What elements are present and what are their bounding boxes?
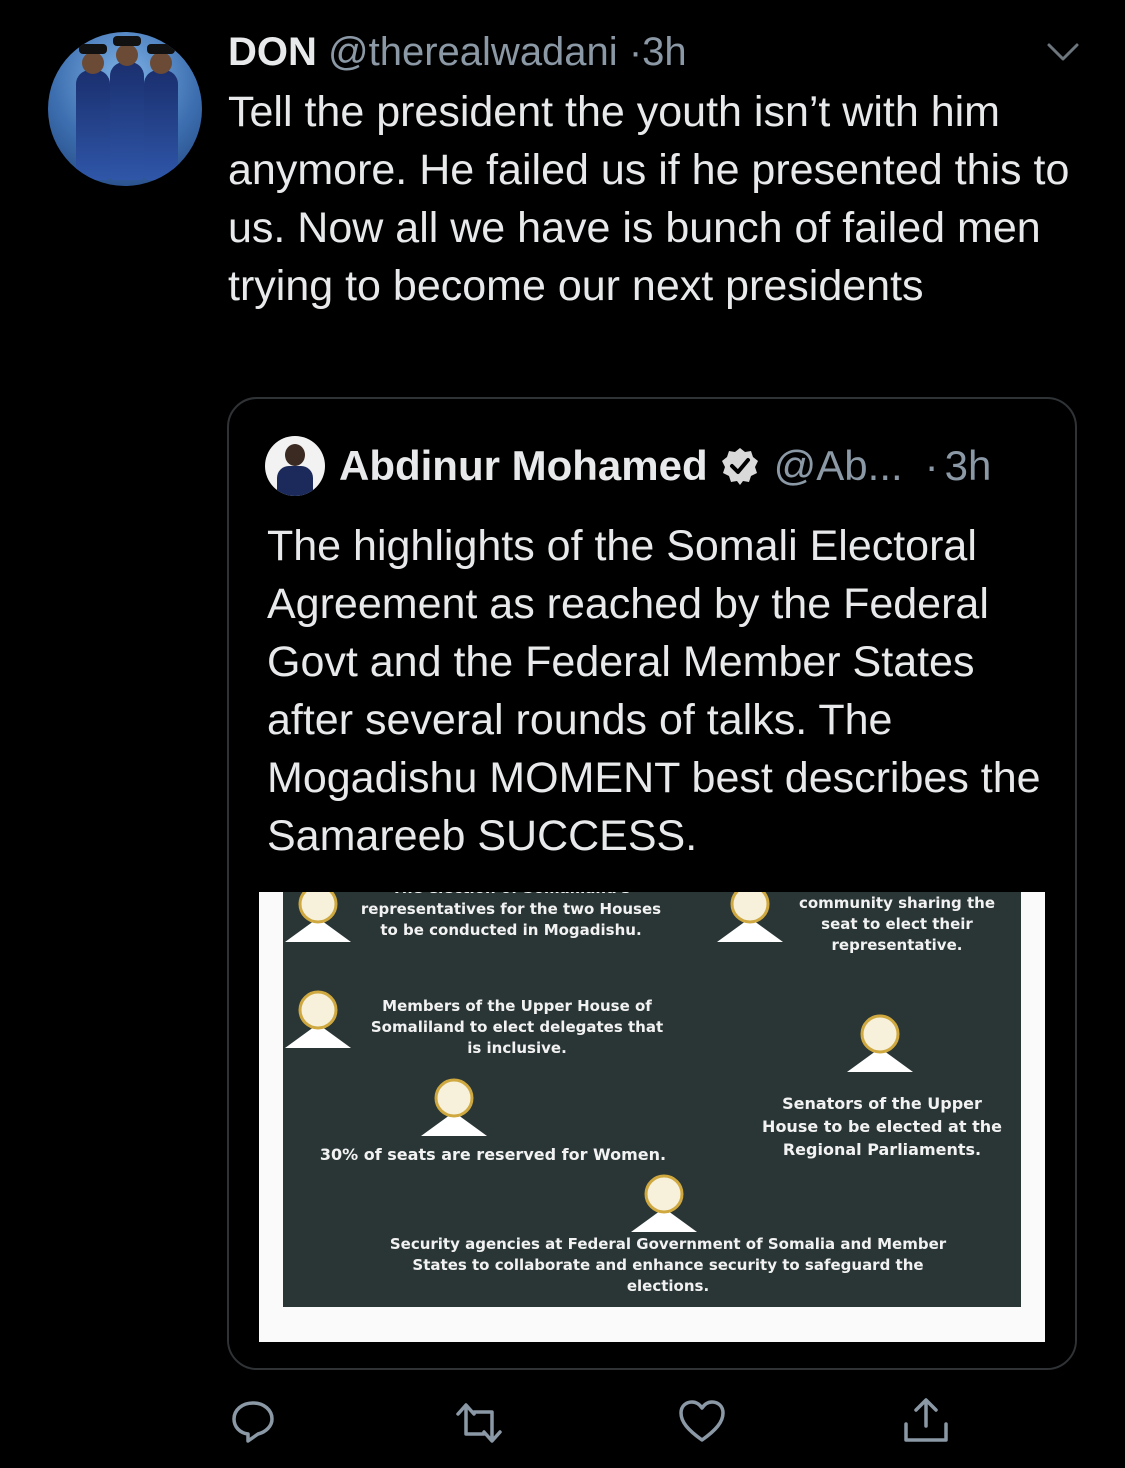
verified-badge-icon	[721, 448, 758, 485]
retweet-icon[interactable]	[454, 1400, 504, 1446]
pin-icon	[717, 892, 783, 942]
reply-icon[interactable]	[230, 1398, 276, 1444]
infographic-board: The election of Somaliland's representat…	[283, 892, 1021, 1307]
tweet-text: Tell the president the youth isn’t with …	[228, 88, 1070, 310]
quoted-tweet-time[interactable]: 3h	[945, 442, 992, 490]
point-text: 30% of seats are reserved for Women.	[319, 1145, 667, 1164]
pin-icon	[285, 990, 351, 1048]
chevron-down-icon[interactable]	[1046, 40, 1080, 64]
author-handle[interactable]: @therealwadani	[328, 30, 618, 74]
point-text: Security agencies at Federal Government …	[389, 1235, 947, 1295]
pin-icon	[631, 1174, 697, 1232]
point-text: The election of Somaliland's representat…	[360, 892, 662, 939]
quoted-author-name[interactable]: Abdinur Mohamed	[339, 442, 708, 490]
quoted-author-handle[interactable]: @Ab...	[774, 442, 903, 490]
pin-icon	[847, 1014, 913, 1072]
quoted-media-image[interactable]: The election of Somaliland's representat…	[229, 892, 1075, 1368]
point-text: Senators of the Upper House to be electe…	[762, 1094, 1002, 1159]
pin-icon	[421, 1078, 487, 1136]
pin-icon	[285, 892, 351, 942]
quoted-tweet-text: The highlights of the Somali Electoral A…	[267, 522, 1041, 860]
quoted-tweet[interactable]: Abdinur Mohamed @Ab... · 3h The highlight…	[227, 397, 1077, 1370]
quoted-tweet-header: Abdinur Mohamed @Ab... · 3h	[265, 435, 991, 497]
separator-dot: ·	[924, 442, 939, 489]
like-icon[interactable]	[678, 1398, 726, 1444]
author-avatar[interactable]	[48, 32, 202, 186]
media-paper: The election of Somaliland's representat…	[259, 892, 1045, 1342]
author-name[interactable]: DON	[228, 30, 317, 74]
share-icon[interactable]	[902, 1396, 950, 1444]
quoted-author-avatar[interactable]	[265, 436, 325, 496]
tweet-header: DON @therealwadani ·3h	[228, 28, 687, 76]
separator-dot: ·	[628, 30, 643, 74]
point-text: Members of the Upper House of Somaliland…	[370, 997, 664, 1057]
point-text: 101 delegates from the community sharing…	[798, 894, 996, 954]
tweet-time[interactable]: 3h	[642, 30, 687, 74]
